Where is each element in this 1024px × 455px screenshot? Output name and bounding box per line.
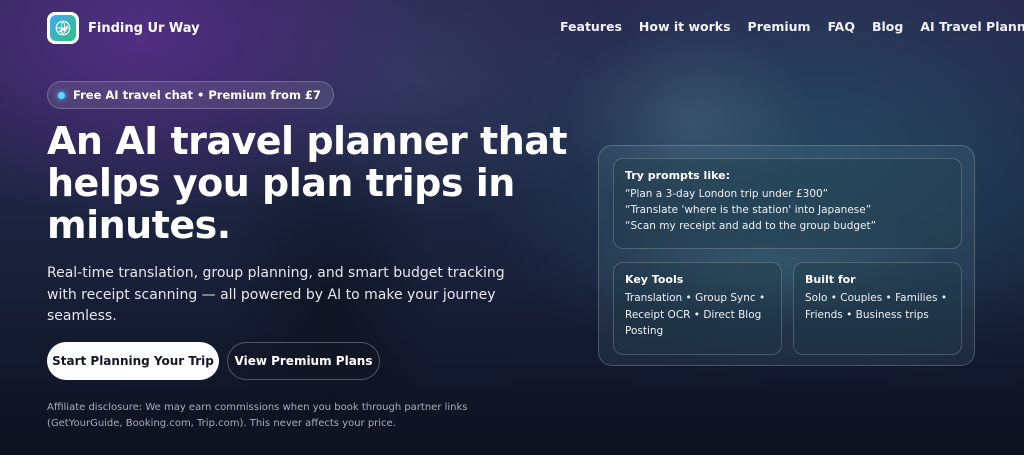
prompt-example: “Plan a 3-day London trip under £300” [625, 188, 829, 200]
nav-link-faq[interactable]: FAQ [828, 19, 855, 34]
nav-links: Features How it works Premium FAQ Blog A… [560, 19, 1024, 34]
status-dot-icon [58, 91, 65, 99]
top-navigation: Finding Ur Way Features How it works Pre… [0, 0, 1024, 56]
prompt-example: “Scan my receipt and add to the group bu… [625, 220, 877, 232]
hero-subtitle: Real-time translation, group planning, a… [47, 265, 505, 324]
nav-link-blog[interactable]: Blog [872, 19, 903, 34]
brand-logo-link[interactable]: Finding Ur Way [47, 12, 200, 44]
start-planning-button[interactable]: Start Planning Your Trip [47, 342, 219, 380]
key-tools-card: Key Tools Translation • Group Sync • Rec… [613, 262, 782, 355]
built-for-body: Solo • Couples • Families • Friends • Bu… [805, 292, 948, 321]
affiliate-disclosure: Affiliate disclosure: We may earn commis… [47, 402, 468, 429]
feature-panel: Try prompts like: “Plan a 3-day London t… [598, 145, 975, 366]
prompts-card-title: Try prompts like: [625, 169, 730, 182]
promo-badge: Free AI travel chat • Premium from £7 [47, 81, 334, 109]
airplane-globe-icon [47, 12, 79, 44]
promo-badge-text: Free AI travel chat • Premium from £7 [73, 88, 321, 102]
hero-title: An AI travel planner that helps you plan… [47, 119, 568, 247]
nav-link-ai-travel-planner[interactable]: AI Travel Planner [920, 19, 1024, 34]
built-for-card: Built for Solo • Couples • Families • Fr… [793, 262, 962, 355]
brand-name: Finding Ur Way [88, 20, 200, 36]
nav-link-features[interactable]: Features [560, 19, 622, 34]
nav-link-premium[interactable]: Premium [748, 19, 811, 34]
view-premium-plans-button[interactable]: View Premium Plans [227, 342, 380, 380]
prompts-card: Try prompts like: “Plan a 3-day London t… [613, 158, 962, 249]
key-tools-title: Key Tools [625, 273, 684, 286]
prompt-example: “Translate 'where is the station' into J… [625, 204, 872, 216]
key-tools-body: Translation • Group Sync • Receipt OCR •… [625, 292, 766, 337]
nav-link-how-it-works[interactable]: How it works [639, 19, 731, 34]
built-for-title: Built for [805, 273, 856, 286]
